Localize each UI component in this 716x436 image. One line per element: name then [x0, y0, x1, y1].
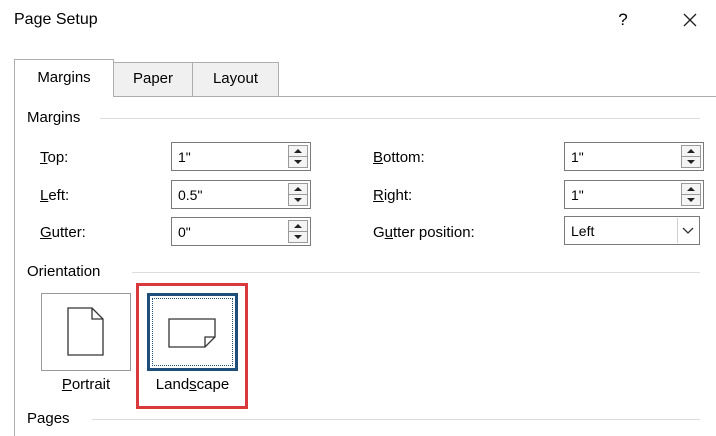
gutter-value[interactable]: 0" — [178, 224, 191, 240]
gutter-position-label-accesskey: u — [384, 224, 394, 241]
gutter-position-label-pre: G — [373, 224, 385, 241]
top-label-accesskey: T — [40, 149, 48, 166]
spin-down-icon[interactable] — [289, 195, 307, 205]
top-margin-value[interactable]: 1" — [178, 149, 191, 165]
bottom-label-text: ottom: — [383, 149, 425, 166]
bottom-margin-spin-buttons — [681, 145, 701, 168]
gutter-spin-buttons — [288, 220, 308, 243]
gutter-position-label: Gutter position: — [373, 224, 475, 241]
spin-up-icon[interactable] — [289, 221, 307, 231]
gutter-position-dropdown-button[interactable] — [677, 218, 698, 243]
pages-group-divider — [92, 419, 700, 420]
spin-up-icon[interactable] — [289, 146, 307, 156]
landscape-highlight-annotation — [136, 283, 248, 409]
right-label: Right: — [373, 187, 412, 204]
orientation-group-divider — [132, 272, 700, 273]
left-label: Left: — [40, 187, 69, 204]
gutter-spinner[interactable]: 0" — [171, 217, 311, 246]
chevron-down-icon — [682, 227, 694, 234]
spin-up-icon[interactable] — [682, 184, 700, 194]
tab-layout[interactable]: Layout — [192, 62, 279, 96]
gutter-position-select[interactable]: Left — [564, 216, 700, 245]
gutter-label-accesskey: G — [40, 224, 52, 241]
help-button[interactable]: ? — [610, 6, 636, 34]
portrait-label-accesskey: P — [61, 376, 72, 393]
portrait-label-text: ortrait — [71, 376, 111, 393]
left-margin-value[interactable]: 0.5" — [178, 187, 202, 203]
top-label: Top: — [40, 149, 68, 166]
portrait-page-icon — [67, 307, 104, 356]
spin-down-icon[interactable] — [682, 157, 700, 167]
pages-group-label: Pages — [27, 410, 78, 427]
tab-margins[interactable]: Margins — [14, 59, 114, 97]
bottom-label-accesskey: B — [373, 149, 384, 166]
top-margin-spin-buttons — [288, 145, 308, 168]
right-margin-value[interactable]: 1" — [571, 187, 584, 203]
gutter-label-text: utter: — [51, 224, 86, 241]
spin-down-icon[interactable] — [289, 232, 307, 242]
right-label-accesskey: R — [373, 187, 384, 204]
right-margin-spin-buttons — [681, 183, 701, 206]
spin-up-icon[interactable] — [289, 184, 307, 194]
bottom-label: Bottom: — [373, 149, 425, 166]
portrait-option[interactable] — [41, 293, 131, 371]
top-label-text: op: — [47, 149, 69, 166]
left-margin-spinner[interactable]: 0.5" — [171, 180, 311, 209]
right-label-text: ight: — [383, 187, 413, 204]
bottom-margin-spinner[interactable]: 1" — [564, 142, 704, 171]
spin-down-icon[interactable] — [289, 157, 307, 167]
portrait-label[interactable]: Portrait — [41, 376, 131, 393]
bottom-margin-value[interactable]: 1" — [571, 149, 584, 165]
margins-group-divider — [100, 118, 700, 119]
top-margin-spinner[interactable]: 1" — [171, 142, 311, 171]
tab-paper[interactable]: Paper — [113, 62, 193, 96]
left-label-text: eft: — [48, 187, 70, 204]
spin-up-icon[interactable] — [682, 146, 700, 156]
right-margin-spinner[interactable]: 1" — [564, 180, 704, 209]
close-button[interactable] — [676, 6, 704, 34]
margins-group-label: Margins — [27, 109, 89, 126]
spin-down-icon[interactable] — [682, 195, 700, 205]
gutter-position-label-text: tter position: — [393, 224, 475, 241]
left-margin-spin-buttons — [288, 183, 308, 206]
gutter-label: Gutter: — [40, 224, 86, 241]
close-icon — [683, 13, 697, 27]
orientation-group-label: Orientation — [27, 263, 109, 280]
dialog-title: Page Setup — [14, 11, 98, 28]
gutter-position-value[interactable]: Left — [571, 223, 594, 239]
